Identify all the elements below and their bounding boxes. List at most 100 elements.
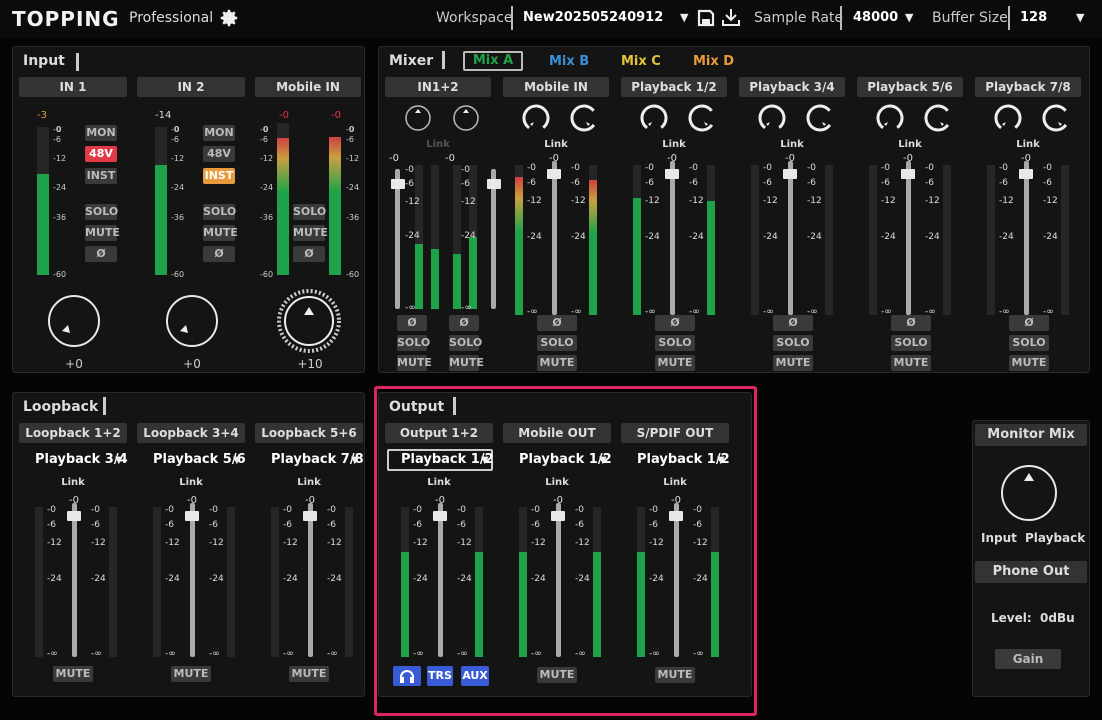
phase-button[interactable]: Ø (397, 315, 427, 331)
link-toggle[interactable]: Link (53, 477, 93, 488)
mute-button[interactable]: MUTE (891, 355, 931, 371)
fader-track[interactable] (395, 169, 400, 309)
fader-track[interactable] (788, 161, 793, 315)
gain-knob[interactable] (48, 295, 100, 347)
gain-knob[interactable] (166, 295, 218, 347)
fader-track[interactable] (1024, 161, 1029, 315)
link-toggle[interactable]: Link (536, 139, 576, 150)
mute-button[interactable]: MUTE (293, 225, 328, 241)
phase-button[interactable]: Ø (293, 246, 325, 262)
buffer-size-select[interactable]: 128 (1020, 10, 1047, 25)
phase-button[interactable]: Ø (449, 315, 479, 331)
mute-button[interactable]: MUTE (85, 225, 120, 241)
mute-button[interactable]: MUTE (289, 666, 329, 682)
save-icon[interactable] (696, 8, 716, 28)
chevron-down-icon[interactable]: ▼ (905, 11, 913, 24)
pan-knob[interactable] (521, 103, 551, 133)
pan-knob[interactable] (687, 103, 717, 133)
loopback-source-select[interactable]: Playback 3/4 (35, 452, 128, 467)
pan-knob[interactable] (1041, 103, 1071, 133)
fader-handle[interactable] (487, 179, 501, 189)
mute-button[interactable]: MUTE (203, 225, 238, 241)
solo-button[interactable]: SOLO (203, 204, 236, 220)
solo-button[interactable]: SOLO (773, 335, 813, 351)
mute-button[interactable]: MUTE (537, 355, 577, 371)
link-toggle[interactable]: Link (418, 139, 458, 150)
mute-button[interactable]: MUTE (53, 666, 93, 682)
mute-button[interactable]: MUTE (171, 666, 211, 682)
pan-knob[interactable] (875, 103, 905, 133)
fader-handle[interactable] (391, 179, 405, 189)
phase-button[interactable]: Ø (1009, 315, 1049, 331)
fader-track[interactable] (906, 161, 911, 315)
inst-button[interactable]: INST (203, 168, 235, 184)
sample-rate-select[interactable]: 48000 (853, 10, 898, 25)
fader-handle[interactable] (1019, 169, 1033, 179)
phase-button[interactable]: Ø (655, 315, 695, 331)
link-toggle[interactable]: Link (890, 139, 930, 150)
chevron-down-icon[interactable]: ▼ (1076, 11, 1084, 24)
download-icon[interactable] (721, 7, 741, 27)
pan-knob[interactable] (923, 103, 953, 133)
mute-button[interactable]: MUTE (655, 355, 695, 371)
link-toggle[interactable]: Link (772, 139, 812, 150)
tab-mix-a[interactable]: Mix A (463, 51, 523, 71)
link-toggle[interactable]: Link (1008, 139, 1048, 150)
inst-button[interactable]: INST (85, 168, 117, 184)
monitor-mix-knob[interactable] (1001, 465, 1057, 521)
solo-button[interactable]: SOLO (891, 335, 931, 351)
fader-track[interactable] (552, 161, 557, 315)
gain-button[interactable]: Gain (995, 649, 1061, 669)
chevron-down-icon[interactable]: ▼ (233, 455, 241, 466)
solo-button[interactable]: SOLO (293, 204, 326, 220)
pan-knob[interactable] (569, 103, 599, 133)
phase-button[interactable]: Ø (891, 315, 931, 331)
fader-track[interactable] (190, 503, 195, 657)
workspace-select[interactable]: New202505240912 (523, 10, 663, 25)
mute-button[interactable]: MUTE (397, 355, 432, 371)
phantom-48v-button[interactable]: 48V (85, 146, 117, 162)
mon-button[interactable]: MON (203, 125, 235, 141)
fader-handle[interactable] (303, 511, 317, 521)
solo-button[interactable]: SOLO (397, 335, 430, 351)
chevron-down-icon[interactable]: ▼ (351, 455, 359, 466)
gain-knob[interactable] (273, 281, 345, 353)
solo-button[interactable]: SOLO (655, 335, 695, 351)
tab-mix-c[interactable]: Mix C (621, 54, 661, 69)
fader-handle[interactable] (185, 511, 199, 521)
link-toggle[interactable]: Link (289, 477, 329, 488)
pan-knob[interactable] (805, 103, 835, 133)
fader-handle[interactable] (783, 169, 797, 179)
gear-icon[interactable] (218, 7, 240, 29)
phase-button[interactable]: Ø (537, 315, 577, 331)
fader-handle[interactable] (665, 169, 679, 179)
fader-handle[interactable] (67, 511, 81, 521)
chevron-down-icon[interactable]: ▼ (115, 455, 123, 466)
fader-handle[interactable] (901, 169, 915, 179)
fader-track[interactable] (670, 161, 675, 315)
pan-knob[interactable] (639, 103, 669, 133)
fader-track[interactable] (308, 503, 313, 657)
phase-button[interactable]: Ø (203, 246, 235, 262)
solo-button[interactable]: SOLO (449, 335, 482, 351)
fader-handle[interactable] (547, 169, 561, 179)
fader-track[interactable] (72, 503, 77, 657)
phase-button[interactable]: Ø (773, 315, 813, 331)
link-toggle[interactable]: Link (654, 139, 694, 150)
solo-button[interactable]: SOLO (537, 335, 577, 351)
pan-knob[interactable] (993, 103, 1023, 133)
pan-knob[interactable] (451, 103, 481, 133)
link-toggle[interactable]: Link (171, 477, 211, 488)
solo-button[interactable]: SOLO (85, 204, 118, 220)
mute-button[interactable]: MUTE (449, 355, 484, 371)
solo-button[interactable]: SOLO (1009, 335, 1049, 351)
chevron-down-icon[interactable]: ▼ (680, 11, 688, 24)
mute-button[interactable]: MUTE (1009, 355, 1049, 371)
fader-track[interactable] (491, 169, 496, 309)
mon-button[interactable]: MON (85, 125, 117, 141)
mute-button[interactable]: MUTE (773, 355, 813, 371)
phantom-48v-button[interactable]: 48V (203, 146, 235, 162)
pan-knob[interactable] (757, 103, 787, 133)
phase-button[interactable]: Ø (85, 246, 117, 262)
loopback-source-select[interactable]: Playback 5/6 (153, 452, 246, 467)
